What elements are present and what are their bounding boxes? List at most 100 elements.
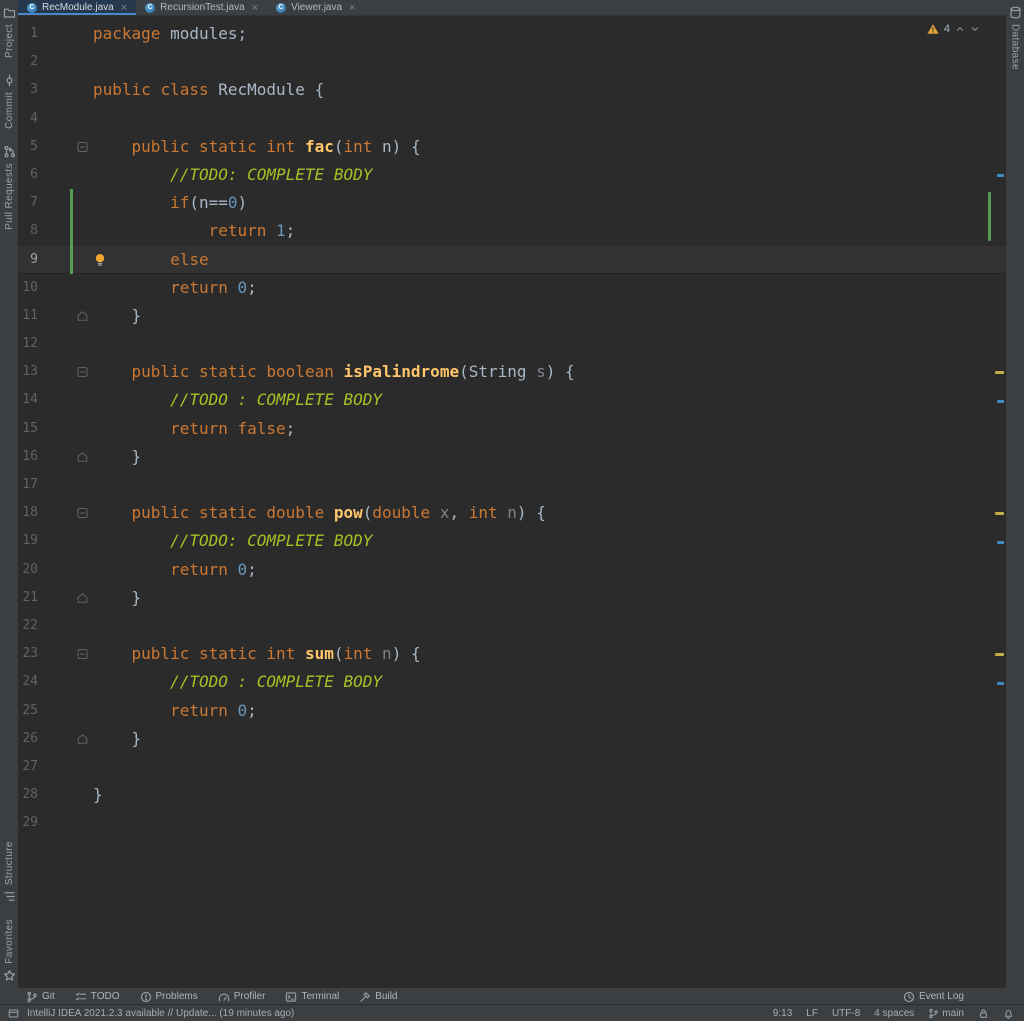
close-icon[interactable]: × [349,2,355,14]
code-line[interactable]: 4 [18,105,1006,133]
fold-start-icon[interactable] [77,141,88,152]
code-line[interactable]: 29 [18,809,1006,837]
gutter-cell[interactable]: 18 [18,499,91,527]
warning-stripe-mark[interactable] [995,653,1004,657]
gutter-cell[interactable]: 20 [18,556,91,584]
gutter-cell[interactable]: 9 [18,245,91,274]
lock-icon[interactable] [978,1008,989,1019]
code-line[interactable]: 27 [18,753,1006,781]
chevron-up-icon[interactable] [955,24,965,34]
gutter-cell[interactable]: 16 [18,443,91,471]
gutter-cell[interactable]: 7 [18,189,91,218]
code-line[interactable]: 21 } [18,584,1006,612]
status-message[interactable]: IntelliJ IDEA 2021.2.3 available // Upda… [27,1008,294,1019]
code-line[interactable]: 28} [18,781,1006,809]
gutter-cell[interactable]: 19 [18,527,91,555]
gutter-cell[interactable]: 24 [18,668,91,696]
todo-stripe-mark[interactable] [997,399,1004,403]
gutter-cell[interactable]: 27 [18,753,91,781]
indent-setting[interactable]: 4 spaces [874,1008,914,1019]
gutter-cell[interactable]: 10 [18,274,91,302]
code-line[interactable]: 23 public static int sum(int n) { [18,640,1006,668]
gutter-cell[interactable]: 17 [18,471,91,499]
code-line[interactable]: 22 [18,612,1006,640]
gutter-cell[interactable]: 8 [18,217,91,246]
fold-start-icon[interactable] [77,508,88,519]
tab-recursiontest.java[interactable]: C RecursionTest.java × [136,0,267,15]
file-encoding[interactable]: UTF-8 [832,1008,860,1019]
code-line[interactable]: 8 return 1; [18,217,1006,246]
close-icon[interactable]: × [252,2,258,14]
gutter-cell[interactable]: 4 [18,105,91,133]
tool-bar-button-problems[interactable]: Problems [140,991,198,1003]
code-line[interactable]: 1 package modules; [18,20,1006,48]
chevron-down-icon[interactable] [970,24,980,34]
gutter-cell[interactable]: 29 [18,809,91,837]
git-branch-widget[interactable]: main [928,1008,964,1019]
gutter-cell[interactable]: 5 [18,133,91,161]
change-stripe-mark[interactable] [988,192,991,241]
code-line[interactable]: 24 //TODO : COMPLETE BODY [18,668,1006,696]
gutter-cell[interactable]: 28 [18,781,91,809]
editor[interactable]: 1 package modules; 2 3 public class RecModul… [18,16,1006,988]
gutter-cell[interactable]: 2 [18,48,91,76]
code-line[interactable]: 20 return 0; [18,556,1006,584]
gutter-cell[interactable]: 23 [18,640,91,668]
line-separator[interactable]: LF [806,1008,818,1019]
fold-end-icon[interactable] [77,310,88,321]
gutter-cell[interactable]: 1 [18,20,91,48]
gutter-cell[interactable]: 6 [18,161,91,189]
code-line[interactable]: 25 return 0; [18,697,1006,725]
code-line[interactable]: 26 } [18,725,1006,753]
code-line[interactable]: 14 //TODO : COMPLETE BODY [18,386,1006,414]
gutter-cell[interactable]: 13 [18,358,91,386]
code-line[interactable]: 2 [18,48,1006,76]
code-line[interactable]: 12 [18,330,1006,358]
code-line[interactable]: 11 } [18,302,1006,330]
code-line[interactable]: 15 return false; [18,415,1006,443]
fold-start-icon[interactable] [77,367,88,378]
gutter-cell[interactable]: 11 [18,302,91,330]
gutter-cell[interactable]: 25 [18,697,91,725]
tool-button-pull-requests[interactable]: Pull Requests [3,145,16,230]
fold-end-icon[interactable] [77,451,88,462]
gutter-cell[interactable]: 3 [18,76,91,104]
tool-bar-button-terminal[interactable]: Terminal [285,991,339,1003]
tool-button-structure[interactable]: Structure [3,841,16,903]
tab-recmodule.java[interactable]: C RecModule.java × [18,0,137,15]
fold-end-icon[interactable] [77,592,88,603]
code-line[interactable]: 13 public static boolean isPalindrome(St… [18,358,1006,386]
code-line[interactable]: 17 [18,471,1006,499]
tool-button-favorites[interactable]: Favorites [3,919,16,982]
code-line[interactable]: 5 public static int fac(int n) { [18,133,1006,161]
tab-viewer.java[interactable]: C Viewer.java × [267,0,364,15]
code-line[interactable]: 18 public static double pow(double x, in… [18,499,1006,527]
caret-position[interactable]: 9:13 [773,1008,792,1019]
inspection-widget[interactable]: 4 [927,23,980,35]
intention-bulb-icon[interactable] [94,253,106,267]
warning-stripe-mark[interactable] [995,371,1004,375]
code-line[interactable]: 6 //TODO: COMPLETE BODY [18,161,1006,189]
tool-bar-button-todo[interactable]: TODO [75,991,120,1003]
warning-stripe-mark[interactable] [995,512,1004,516]
todo-stripe-mark[interactable] [997,540,1004,544]
tool-bar-button-event-log[interactable]: Event Log [903,991,964,1003]
fold-end-icon[interactable] [77,733,88,744]
gutter-cell[interactable]: 12 [18,330,91,358]
gutter-cell[interactable]: 26 [18,725,91,753]
notifications-icon[interactable] [1003,1008,1014,1019]
close-icon[interactable]: × [121,2,127,14]
todo-stripe-mark[interactable] [997,681,1004,685]
fold-start-icon[interactable] [77,649,88,660]
code-line[interactable]: 19 //TODO: COMPLETE BODY [18,527,1006,555]
tool-bar-button-profiler[interactable]: Profiler [218,991,265,1003]
tool-button-project[interactable]: Project [3,6,16,58]
code-line[interactable]: 10 return 0; [18,274,1006,302]
code-line[interactable]: 3 public class RecModule { [18,76,1006,104]
todo-stripe-mark[interactable] [997,174,1004,177]
tool-button-database[interactable]: Database [1009,6,1022,70]
gutter-cell[interactable]: 15 [18,415,91,443]
tool-button-commit[interactable]: Commit [3,74,16,129]
code-line[interactable]: 9 else [18,245,1006,274]
tool-bar-button-build[interactable]: Build [359,991,397,1003]
